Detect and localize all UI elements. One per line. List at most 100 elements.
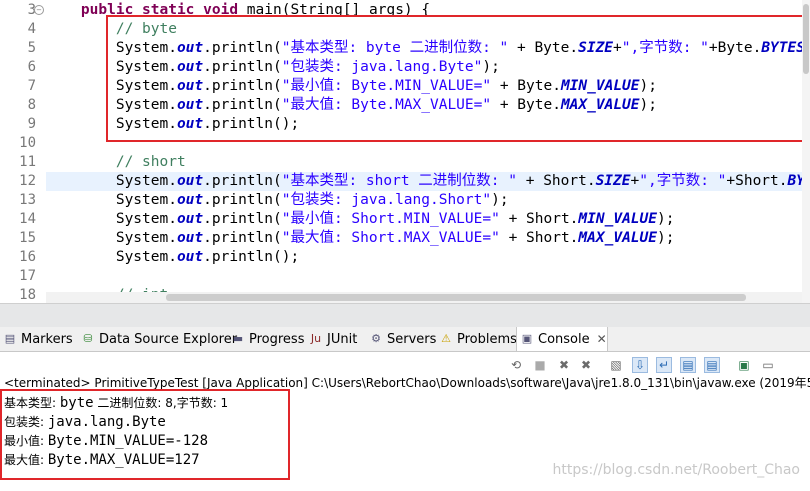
string-token: "基本类型: short 二进制位数: " — [281, 173, 517, 189]
code-token: .println( — [203, 211, 282, 227]
line-number: 18 — [19, 287, 36, 303]
tab-data-source-explorer[interactable]: ⛁ Data Source Explorer — [78, 327, 237, 351]
open-console-icon[interactable]: ▭ — [760, 357, 776, 373]
editor-horizontal-scrollbar[interactable] — [46, 292, 802, 303]
console-output-line: 最大值: Byte.MAX_VALUE=127 — [4, 451, 200, 470]
editor-vertical-scrollbar[interactable] — [802, 0, 810, 303]
output-text: 最大值: — [4, 453, 48, 467]
code-line[interactable]: System.out.println(); — [46, 115, 810, 134]
code-line[interactable]: // short — [46, 153, 810, 172]
string-token: "最小值: Short.MIN_VALUE=" — [281, 211, 500, 227]
string-token: "最大值: Short.MAX_VALUE=" — [281, 230, 500, 246]
show-on-stderr-icon[interactable]: ▤ — [704, 357, 720, 373]
tab-junit[interactable]: Ju JUnit — [306, 327, 357, 351]
scroll-lock-icon[interactable]: ⇩ — [632, 357, 648, 373]
code-line[interactable]: System.out.println("基本类型: short 二进制位数: "… — [46, 172, 810, 191]
output-text: java.lang.Byte — [47, 414, 166, 430]
code-token: System. — [46, 173, 177, 189]
line-number: 9 — [27, 116, 36, 132]
line-number: 13 — [19, 192, 36, 208]
code-token: + Byte. — [508, 40, 579, 56]
terminate-icon[interactable]: ■ — [532, 357, 548, 373]
field-token: out — [176, 173, 204, 189]
code-line[interactable] — [46, 134, 810, 153]
code-line[interactable]: System.out.println("最小值: Byte.MIN_VALUE=… — [46, 77, 810, 96]
code-editor[interactable]: 3− 4 5 6 7 8 9 10 11 12 13 14 15 16 17 18 public static… — [0, 0, 810, 303]
string-token: "最大值: Byte.MAX_VALUE=" — [281, 97, 492, 113]
string-token: ",字节数: " — [639, 173, 727, 189]
tab-problems[interactable]: ⚠ Problems — [436, 327, 517, 351]
code-token: .println(); — [203, 249, 300, 265]
line-number-gutter: 3− 4 5 6 7 8 9 10 11 12 13 14 15 16 17 18 — [0, 0, 46, 303]
field-token: out — [176, 249, 204, 265]
display-console-icon[interactable]: ▣ — [736, 357, 752, 373]
line-number: 5 — [27, 40, 36, 56]
tab-label: Problems — [457, 331, 517, 347]
code-token: .println( — [203, 59, 282, 75]
console-output-line: 基本类型: byte 二进制位数: 8,字节数: 1 — [4, 394, 228, 413]
code-line[interactable]: System.out.println("基本类型: byte 二进制位数: " … — [46, 39, 810, 58]
output-text: byte — [59, 395, 94, 411]
field-token: MIN_VALUE — [560, 78, 640, 94]
field-token: out — [176, 40, 204, 56]
line-number: 8 — [27, 97, 36, 113]
code-token: main(String[] args) { — [238, 2, 431, 18]
code-token: ); — [482, 59, 500, 75]
field-token: out — [176, 116, 204, 132]
keyword-token: public static void — [80, 2, 239, 18]
word-wrap-icon[interactable]: ↵ — [656, 357, 672, 373]
console-toolbar: ⟲ ■ ✖ ✖ ▧ ⇩ ↵ ▤ ▤ ▣ ▭ — [0, 352, 810, 377]
close-icon[interactable]: ✕ — [597, 332, 607, 346]
watermark: https://blog.csdn.net/Roobert_Chao — [552, 462, 800, 478]
view-separator — [0, 303, 810, 328]
fold-toggle-icon[interactable]: − — [34, 5, 44, 15]
database-icon: ⛁ — [83, 332, 93, 345]
line-number: 17 — [19, 268, 36, 284]
code-line[interactable]: System.out.println("最大值: Byte.MAX_VALUE=… — [46, 96, 810, 115]
code-token: System. — [46, 211, 177, 227]
line-number: 16 — [19, 249, 36, 265]
clear-console-icon[interactable]: ▧ — [608, 357, 624, 373]
code-token: ); — [491, 192, 509, 208]
tab-label: Data Source Explorer — [99, 331, 238, 347]
field-token: out — [176, 59, 204, 75]
tab-label: Progress — [249, 331, 305, 347]
tab-servers[interactable]: ⚙ Servers — [366, 327, 436, 351]
output-text: Byte.MAX_VALUE=127 — [47, 452, 200, 468]
code-line[interactable]: System.out.println("最小值: Short.MIN_VALUE… — [46, 210, 810, 229]
code-line[interactable]: System.out.println("最大值: Short.MAX_VALUE… — [46, 229, 810, 248]
line-number: 6 — [27, 59, 36, 75]
code-token: +Short. — [726, 173, 788, 189]
code-token: + — [630, 173, 640, 189]
code-token: System. — [46, 97, 177, 113]
code-token: ); — [639, 78, 657, 94]
scrollbar-thumb[interactable] — [803, 4, 809, 74]
code-line[interactable]: // byte — [46, 20, 810, 39]
code-line[interactable]: System.out.println("包装类: java.lang.Byte"… — [46, 58, 810, 77]
string-token: "最小值: Byte.MIN_VALUE=" — [281, 78, 492, 94]
tab-progress[interactable]: ▬ Progress — [228, 327, 305, 351]
tab-markers[interactable]: ▤ Markers — [0, 327, 73, 351]
tab-console[interactable]: ▣ Console ✕ — [516, 327, 608, 351]
code-token: .println( — [203, 97, 282, 113]
code-line[interactable]: System.out.println(); — [46, 248, 810, 267]
code-line[interactable] — [46, 267, 810, 286]
field-token: out — [176, 97, 204, 113]
code-line[interactable]: public static void main(String[] args) { — [46, 1, 810, 20]
output-text: 包装类: — [4, 415, 48, 429]
show-on-stdout-icon[interactable]: ▤ — [680, 357, 696, 373]
code-line[interactable]: System.out.println("包装类: java.lang.Short… — [46, 191, 810, 210]
console-icon: ▣ — [521, 332, 533, 345]
remove-all-terminated-icon[interactable]: ✖ — [578, 357, 594, 373]
remove-launch-icon[interactable]: ✖ — [556, 357, 572, 373]
field-token: SIZE — [595, 173, 631, 189]
code-token: System. — [46, 249, 177, 265]
servers-icon: ⚙ — [371, 332, 381, 345]
code-token: .println( — [203, 192, 282, 208]
scrollbar-thumb[interactable] — [166, 294, 746, 301]
code-token: .println( — [203, 173, 282, 189]
pin-icon[interactable]: ⟲ — [508, 357, 524, 373]
code-token: .println( — [203, 78, 282, 94]
